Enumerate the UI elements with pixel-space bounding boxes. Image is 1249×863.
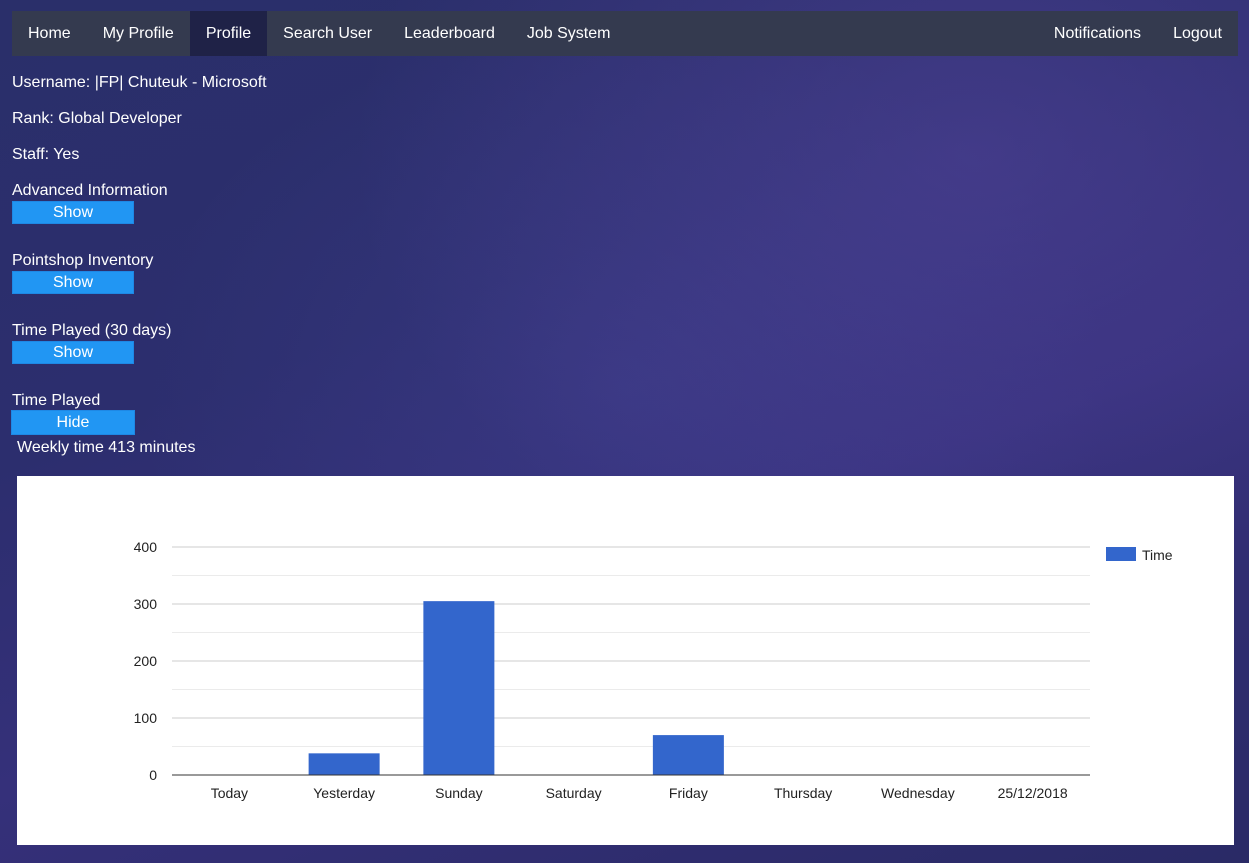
x-tick-label: Thursday <box>774 785 832 801</box>
username-text: Username: |FP| Chuteuk - Microsoft <box>12 74 267 91</box>
y-tick-label: 100 <box>134 710 158 726</box>
pointshop-inventory-label: Pointshop Inventory <box>12 252 154 269</box>
x-tick-label: 25/12/2018 <box>998 785 1068 801</box>
bar-1 <box>308 753 380 775</box>
x-tick-label: Yesterday <box>313 785 375 801</box>
advanced-info-label: Advanced Information <box>12 182 168 199</box>
legend-swatch-time <box>1106 547 1136 561</box>
nav-leaderboard[interactable]: Leaderboard <box>388 11 511 56</box>
x-tick-label: Sunday <box>435 785 482 801</box>
y-tick-label: 200 <box>134 653 158 669</box>
nav-search-user[interactable]: Search User <box>267 11 388 56</box>
nav-logout[interactable]: Logout <box>1157 11 1238 56</box>
bar-4 <box>652 735 724 775</box>
nav-job-system[interactable]: Job System <box>511 11 627 56</box>
x-tick-label: Wednesday <box>881 785 955 801</box>
rank-text: Rank: Global Developer <box>12 110 182 127</box>
x-tick-label: Friday <box>669 785 708 801</box>
nav-notifications[interactable]: Notifications <box>1038 11 1157 56</box>
top-navbar: Home My Profile Profile Search User Leaderbo… <box>12 11 1238 56</box>
advanced-info-show-button[interactable]: Show <box>12 201 134 224</box>
nav-left-group: Home My Profile Profile Search User Leaderbo… <box>12 11 626 56</box>
nav-home[interactable]: Home <box>12 11 87 56</box>
weekly-time-text: Weekly time 413 minutes <box>17 439 196 456</box>
time-played-30-days-label: Time Played (30 days) <box>12 322 172 339</box>
staff-text: Staff: Yes <box>12 146 80 163</box>
bar-2 <box>423 601 495 775</box>
x-tick-label: Today <box>211 785 248 801</box>
pointshop-inventory-show-button[interactable]: Show <box>12 271 134 294</box>
y-tick-label: 400 <box>134 539 158 555</box>
legend-label-time: Time <box>1142 547 1173 563</box>
nav-profile[interactable]: Profile <box>189 11 268 56</box>
nav-right-group: Notifications Logout <box>1038 11 1238 56</box>
x-tick-label: Saturday <box>546 785 602 801</box>
nav-my-profile[interactable]: My Profile <box>87 11 190 56</box>
y-tick-label: 300 <box>134 596 158 612</box>
time-played-30-days-show-button[interactable]: Show <box>12 341 134 364</box>
time-played-chart-panel: 0 100 200 300 400 Today Yesterday Sunday Saturda… <box>17 476 1234 845</box>
time-played-bar-chart: 0 100 200 300 400 Today Yesterday Sunday Saturda… <box>134 539 1173 801</box>
y-tick-label: 0 <box>149 767 157 783</box>
time-played-hide-button[interactable]: Hide <box>11 410 135 435</box>
time-played-label: Time Played <box>12 392 101 409</box>
